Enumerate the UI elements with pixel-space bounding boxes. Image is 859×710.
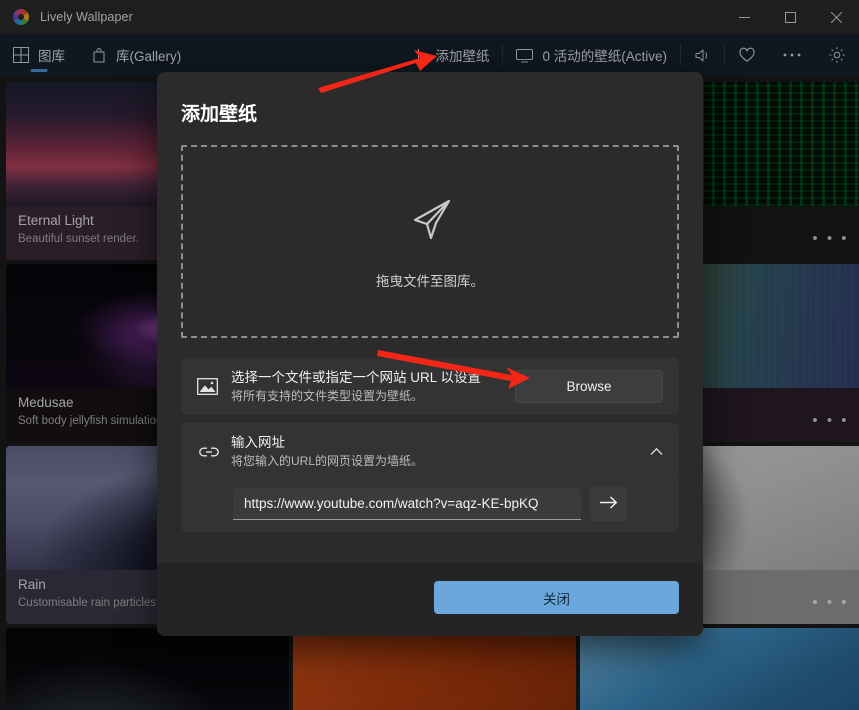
add-wallpaper-dialog: 添加壁纸 拖曳文件至图库。 选择一个文件或指定一个网站 URL 以设置 将所有支… xyxy=(157,72,703,636)
dialog-title: 添加壁纸 xyxy=(181,104,258,125)
image-icon xyxy=(197,377,231,396)
paper-plane-icon xyxy=(403,193,457,252)
app-window: Lively Wallpaper 图库 库(Gallery) 添加壁纸 0 活动… xyxy=(0,0,859,710)
dropzone-label: 拖曳文件至图库。 xyxy=(376,274,484,289)
dialog-option-rows: 选择一个文件或指定一个网站 URL 以设置 将所有支持的文件类型设置为壁纸。 B… xyxy=(181,358,679,480)
file-select-row[interactable]: 选择一个文件或指定一个网站 URL 以设置 将所有支持的文件类型设置为壁纸。 B… xyxy=(181,358,679,415)
url-option-row[interactable]: 输入网址 将您输入的URL的网页设置为墙纸。 xyxy=(181,423,679,480)
file-dropzone[interactable]: 拖曳文件至图库。 xyxy=(181,145,679,338)
url-option-text: 输入网址 将您输入的URL的网页设置为墙纸。 xyxy=(231,433,640,470)
file-select-title: 选择一个文件或指定一个网站 URL 以设置 xyxy=(231,370,482,385)
url-option-subtitle: 将您输入的URL的网页设置为墙纸。 xyxy=(231,454,424,468)
url-option-title: 输入网址 xyxy=(231,435,285,450)
url-input[interactable] xyxy=(233,487,581,520)
link-icon xyxy=(197,443,231,461)
browse-button[interactable]: Browse xyxy=(515,370,663,403)
file-select-text: 选择一个文件或指定一个网站 URL 以设置 将所有支持的文件类型设置为壁纸。 xyxy=(231,368,515,405)
url-entry-panel xyxy=(181,472,679,532)
file-select-subtitle: 将所有支持的文件类型设置为壁纸。 xyxy=(231,389,424,403)
url-submit-button[interactable] xyxy=(590,486,627,521)
dialog-footer: 关闭 xyxy=(157,563,703,636)
close-dialog-button[interactable]: 关闭 xyxy=(434,581,679,614)
arrow-right-icon xyxy=(599,495,618,513)
chevron-up-icon[interactable] xyxy=(650,445,663,459)
